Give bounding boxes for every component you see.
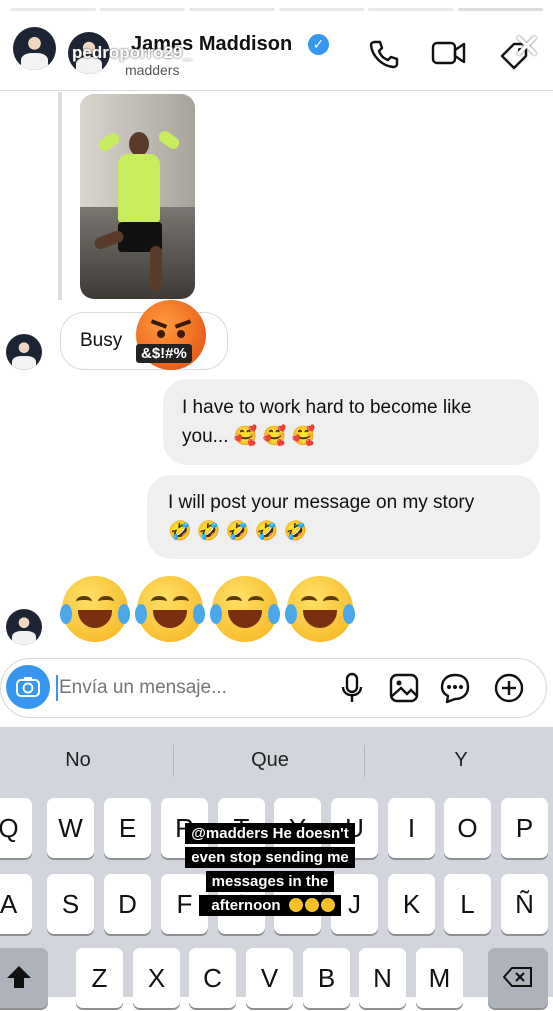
progress-segment bbox=[189, 8, 275, 11]
close-icon[interactable]: ✕ bbox=[513, 30, 542, 64]
shift-icon bbox=[7, 966, 31, 988]
story-progress-bar bbox=[10, 8, 543, 11]
angry-face-sticker: &$!#% bbox=[133, 300, 209, 376]
camera-button[interactable] bbox=[6, 665, 50, 709]
key[interactable]: K bbox=[388, 874, 435, 934]
key[interactable]: D bbox=[104, 874, 151, 934]
key[interactable]: E bbox=[104, 798, 151, 858]
rolling-laughing-emoji bbox=[288, 898, 303, 912]
key[interactable]: P bbox=[501, 798, 548, 858]
phone-icon[interactable] bbox=[368, 38, 400, 70]
text-cursor bbox=[56, 675, 58, 701]
message-bubble-outgoing[interactable]: I have to work hard to become like you..… bbox=[163, 379, 539, 465]
sticker-text: &$!#% bbox=[136, 344, 192, 363]
caption-line-2: even stop sending me bbox=[185, 847, 355, 868]
camera-icon bbox=[16, 677, 40, 697]
progress-segment bbox=[10, 8, 96, 11]
key[interactable]: Q bbox=[0, 798, 32, 858]
rolling-laughing-emoji: 🤣 🤣 🤣 🤣 🤣 bbox=[168, 521, 308, 542]
key[interactable]: M bbox=[416, 948, 463, 1008]
photo-message[interactable] bbox=[80, 94, 195, 299]
key[interactable]: A bbox=[0, 874, 32, 934]
key[interactable]: O bbox=[444, 798, 491, 858]
key[interactable]: W bbox=[47, 798, 94, 858]
gallery-icon[interactable] bbox=[388, 672, 420, 704]
shift-key[interactable] bbox=[0, 948, 48, 1008]
key[interactable]: Ñ bbox=[501, 874, 548, 934]
sender-avatar[interactable] bbox=[6, 334, 42, 370]
tears-of-joy-emoji[interactable] bbox=[285, 576, 355, 642]
caption-line-4: afternoon bbox=[205, 895, 287, 916]
message-text-line: I will post your message on my story bbox=[168, 492, 475, 513]
tears-of-joy-emoji[interactable] bbox=[210, 576, 280, 642]
backspace-key[interactable] bbox=[488, 948, 548, 1008]
verified-badge-icon: ✓ bbox=[308, 34, 329, 55]
story-username[interactable]: pedroporro29_ bbox=[72, 43, 192, 63]
key[interactable]: V bbox=[246, 948, 293, 1008]
reply-thread-line bbox=[58, 92, 62, 300]
tears-of-joy-emoji[interactable] bbox=[135, 576, 205, 642]
story-caption: @madders He doesn't even stop sending me… bbox=[172, 822, 368, 918]
sender-avatar[interactable] bbox=[6, 609, 42, 645]
smiling-hearts-emoji: 🥰 🥰 🥰 bbox=[233, 426, 316, 447]
suggestion-divider bbox=[364, 745, 365, 777]
message-text-line: I have to work hard to become like bbox=[182, 397, 472, 418]
suggestion-item[interactable]: Que bbox=[195, 749, 345, 772]
suggestion-item[interactable]: Y bbox=[386, 749, 536, 772]
kissing-emoji bbox=[304, 898, 319, 912]
progress-segment bbox=[278, 8, 364, 11]
progress-segment bbox=[457, 8, 543, 11]
key[interactable]: X bbox=[133, 948, 180, 1008]
caption-line-1: @madders He doesn't bbox=[185, 823, 355, 844]
backspace-icon bbox=[502, 967, 532, 987]
message-input[interactable] bbox=[59, 677, 309, 699]
message-composer bbox=[0, 658, 547, 718]
key[interactable]: I bbox=[388, 798, 435, 858]
message-text: Busy bbox=[80, 330, 123, 351]
key[interactable]: B bbox=[303, 948, 350, 1008]
message-text-line: you... bbox=[182, 426, 229, 447]
video-call-icon[interactable] bbox=[431, 38, 467, 68]
key[interactable]: Z bbox=[76, 948, 123, 1008]
progress-segment bbox=[368, 8, 454, 11]
message-bubble-outgoing[interactable]: I will post your message on my story 🤣 🤣… bbox=[147, 475, 540, 559]
tears-of-joy-emoji[interactable] bbox=[60, 576, 130, 642]
suggestion-divider bbox=[173, 745, 174, 777]
key[interactable]: N bbox=[359, 948, 406, 1008]
add-icon[interactable] bbox=[493, 672, 525, 704]
more-icon[interactable]: ••• bbox=[471, 38, 491, 56]
suggestion-item[interactable]: No bbox=[3, 749, 153, 772]
key[interactable]: S bbox=[47, 874, 94, 934]
progress-segment bbox=[99, 8, 185, 11]
story-author-avatar[interactable] bbox=[13, 27, 56, 70]
chat-contact-username: madders bbox=[125, 62, 180, 78]
key[interactable]: C bbox=[189, 948, 236, 1008]
key[interactable]: L bbox=[444, 874, 491, 934]
microphone-icon[interactable] bbox=[341, 672, 363, 704]
sticker-icon[interactable] bbox=[439, 672, 471, 704]
rolling-laughing-emoji bbox=[320, 898, 335, 912]
caption-line-3: messages in the bbox=[205, 871, 335, 892]
chat-header: James Maddison pedroporro29_ ✓ madders •… bbox=[0, 0, 553, 91]
